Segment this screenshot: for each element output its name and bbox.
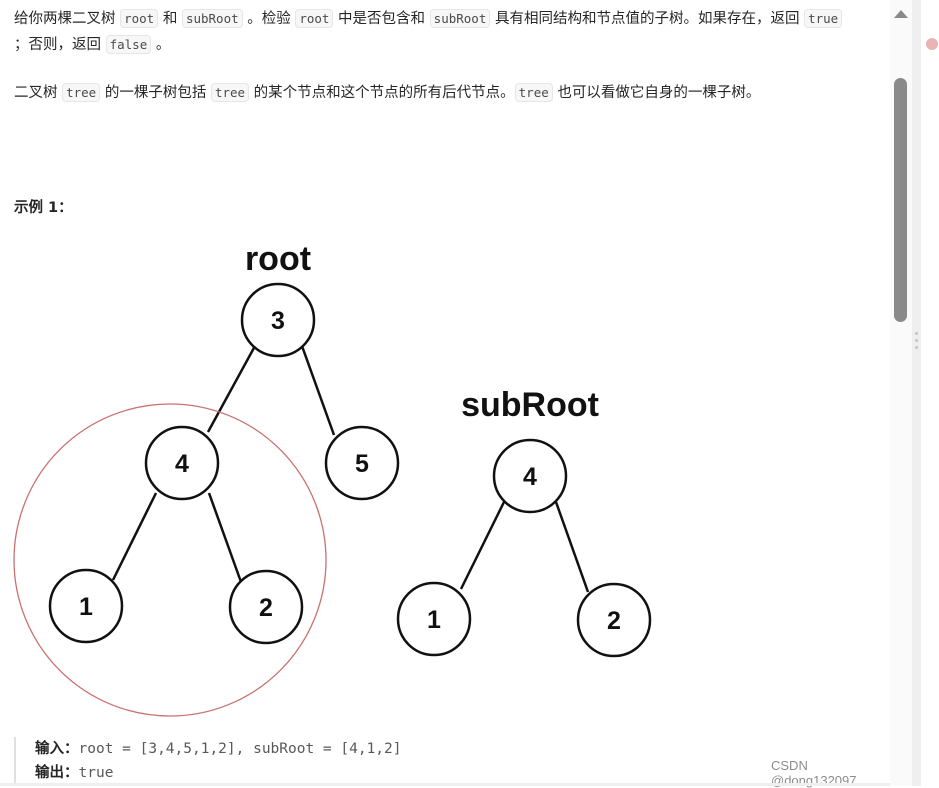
output-value: true xyxy=(78,765,114,781)
input-label: 输入： xyxy=(35,741,79,757)
inline-code: root xyxy=(120,9,159,28)
text-segment: 。 xyxy=(151,37,171,53)
inline-code: true xyxy=(804,9,843,28)
inline-code: subRoot xyxy=(429,9,491,28)
right-panel-bottom xyxy=(921,730,939,786)
tree-node: 1 xyxy=(48,568,124,644)
output-line: 输出：true xyxy=(35,761,895,785)
text-segment: 。检验 xyxy=(242,11,296,27)
text-segment: 具有相同结构和节点值的子树。如果存在，返回 xyxy=(490,11,805,27)
inline-code: tree xyxy=(62,83,101,102)
root-label: root xyxy=(245,240,311,278)
status-dot-icon xyxy=(926,38,938,50)
tree-node: 3 xyxy=(240,282,316,358)
inline-code: subRoot xyxy=(181,9,243,28)
edge-sub-4-2 xyxy=(554,501,590,593)
description-paragraph-1: 给你两棵二叉树 root 和 subRoot 。检验 root 中是否包含和 s… xyxy=(14,6,844,58)
drag-handle-icon[interactable] xyxy=(915,332,918,353)
description-paragraph-2: 二叉树 tree 的一棵子树包括 tree 的某个节点和这个节点的所有后代节点。… xyxy=(14,80,844,106)
edge-3-5 xyxy=(300,345,336,436)
node-value: 1 xyxy=(427,606,441,634)
node-value: 4 xyxy=(523,463,537,491)
text-segment: 和 xyxy=(158,11,182,27)
node-value: 4 xyxy=(175,450,189,478)
node-value: 3 xyxy=(271,307,285,335)
problem-content: 给你两棵二叉树 root 和 subRoot 。检验 root 中是否包含和 s… xyxy=(0,0,890,788)
text-segment: 也可以看做它自身的一棵子树。 xyxy=(552,85,761,101)
tree-node: 4 xyxy=(144,425,220,501)
tree-node: 5 xyxy=(324,425,400,501)
node-value: 1 xyxy=(79,593,93,621)
input-line: 输入：root = [3,4,5,1,2], subRoot = [4,1,2] xyxy=(35,737,895,761)
node-value: 2 xyxy=(259,594,273,622)
example-title: 示例 1： xyxy=(14,200,73,216)
edge-4-2 xyxy=(207,492,243,583)
text-segment: ；否则，返回 xyxy=(14,37,106,53)
tree-diagram: root subRoot 3 4 5 1 2 4 1 2 xyxy=(13,240,652,717)
edge-4-1 xyxy=(111,492,158,581)
subroot-node: 1 xyxy=(396,581,472,657)
input-value: root = [3,4,5,1,2], subRoot = [4,1,2] xyxy=(78,741,402,757)
tree-node: 2 xyxy=(228,569,304,645)
example-io-block: 输入：root = [3,4,5,1,2], subRoot = [4,1,2]… xyxy=(14,737,895,786)
text-segment: 的某个节点和这个节点的所有后代节点。 xyxy=(249,85,515,101)
inline-code: root xyxy=(295,9,334,28)
scrollbar-thumb[interactable] xyxy=(894,78,907,322)
inline-code: tree xyxy=(210,83,250,102)
output-label: 输出： xyxy=(35,765,79,781)
subroot-node: 4 xyxy=(492,438,568,514)
text-segment: 二叉树 xyxy=(14,85,63,101)
text-segment: 的一棵子树包括 xyxy=(100,85,211,101)
text-segment: 中是否包含和 xyxy=(333,11,430,27)
inline-code: tree xyxy=(514,83,553,102)
edge-sub-4-1 xyxy=(459,501,506,590)
right-panel xyxy=(921,0,939,720)
node-value: 2 xyxy=(607,607,621,635)
text-segment: 给你两棵二叉树 xyxy=(14,11,121,27)
subroot-node: 2 xyxy=(576,582,652,658)
subroot-label: subRoot xyxy=(461,386,599,424)
edge-3-4 xyxy=(206,345,257,433)
node-value: 5 xyxy=(355,450,369,478)
inline-code: false xyxy=(105,35,152,54)
panel-splitter[interactable] xyxy=(912,0,921,786)
scroll-up-arrow-icon[interactable] xyxy=(894,10,908,18)
